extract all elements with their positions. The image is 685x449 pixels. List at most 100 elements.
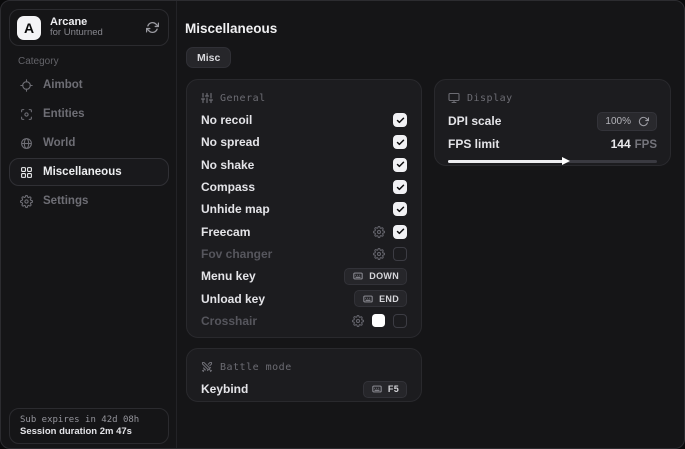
toggle-row-compass: Compass [201, 176, 407, 198]
panel-header-display: Display [448, 90, 657, 106]
globe-icon [20, 137, 33, 150]
crosshair-color-swatch[interactable] [372, 314, 385, 327]
fps-limit-value: 144 FPS [611, 137, 657, 151]
fps-slider-track[interactable] [448, 160, 657, 163]
checkbox-unhide-map[interactable] [393, 202, 407, 216]
checkbox-fov-changer[interactable] [393, 247, 407, 261]
gear-icon [373, 226, 385, 238]
dpi-scale-control[interactable]: 100% [597, 112, 657, 131]
fov-changer-settings-button[interactable] [373, 248, 385, 260]
sidebar-item-settings[interactable]: Settings [9, 187, 169, 215]
sidebar-nav: Aimbot Entities World Miscellaneous Sett… [9, 71, 169, 215]
panel-title: Display [467, 93, 513, 104]
sidebar-item-aimbot[interactable]: Aimbot [9, 71, 169, 99]
keybind-value: F5 [388, 384, 399, 394]
row-label: Fov changer [201, 247, 272, 261]
row-label: Compass [201, 180, 255, 194]
fps-slider[interactable] [448, 155, 657, 167]
checkbox-no-shake[interactable] [393, 158, 407, 172]
gear-icon [20, 195, 33, 208]
panel-header-battle-mode: Battle mode [201, 359, 407, 375]
toggle-row-no-shake: No shake [201, 154, 407, 176]
monitor-icon [448, 92, 460, 104]
category-label: Category [18, 56, 59, 67]
gear-icon [352, 315, 364, 327]
battle-keybind-binding[interactable]: F5 [363, 381, 407, 398]
panel-general: General No recoil No spread No shake Com… [186, 79, 422, 338]
toggle-row-unhide-map: Unhide map [201, 198, 407, 220]
row-label: DPI scale [448, 114, 501, 128]
toggle-row-freecam: Freecam [201, 220, 407, 242]
row-label: Keybind [201, 382, 248, 396]
checkbox-no-spread[interactable] [393, 135, 407, 149]
fps-slider-fill [448, 160, 563, 163]
session-duration-text: Session duration 2m 47s [20, 426, 158, 437]
app-window: A Arcane for Unturned Category Aimbot En… [0, 0, 685, 449]
sidebar-item-entities[interactable]: Entities [9, 100, 169, 128]
row-label: Freecam [201, 225, 250, 239]
keybind-row-unload-key: Unload key END [201, 287, 407, 309]
subscription-status-card: Sub expires in 42d 08h Session duration … [9, 408, 169, 444]
keybind-row-battle-keybind: Keybind F5 [201, 379, 407, 399]
sidebar: A Arcane for Unturned Category Aimbot En… [1, 1, 177, 448]
sync-icon[interactable] [146, 21, 159, 34]
toggle-row-no-recoil: No recoil [201, 109, 407, 131]
unload-key-binding[interactable]: END [354, 290, 407, 307]
fps-limit-row: FPS limit 144 FPS [448, 133, 657, 155]
reset-icon[interactable] [638, 116, 649, 127]
sidebar-item-world[interactable]: World [9, 129, 169, 157]
checkbox-freecam[interactable] [393, 225, 407, 239]
grid-icon [20, 166, 33, 179]
page-title: Miscellaneous [185, 21, 277, 36]
menu-key-binding[interactable]: DOWN [344, 268, 407, 285]
row-label: No spread [201, 135, 260, 149]
check-icon [396, 183, 405, 192]
check-icon [396, 160, 405, 169]
check-icon [396, 205, 405, 214]
crosshair-icon [20, 79, 33, 92]
panel-title: Battle mode [220, 362, 292, 373]
sidebar-item-label: Aimbot [43, 79, 83, 91]
row-label: Menu key [201, 269, 256, 283]
app-header-card: A Arcane for Unturned [9, 9, 169, 46]
tab-misc[interactable]: Misc [186, 47, 231, 68]
toggle-row-no-spread: No spread [201, 131, 407, 153]
row-label: No recoil [201, 113, 252, 127]
keybind-value: DOWN [369, 271, 399, 281]
keybind-value: END [379, 294, 399, 304]
panel-header-general: General [201, 90, 407, 106]
dpi-scale-row: DPI scale 100% [448, 109, 657, 133]
row-label: Unload key [201, 292, 265, 306]
panel-title: General [220, 93, 266, 104]
checkbox-no-recoil[interactable] [393, 113, 407, 127]
gear-icon [373, 248, 385, 260]
swords-icon [201, 361, 213, 373]
sidebar-item-miscellaneous[interactable]: Miscellaneous [9, 158, 169, 186]
toggle-row-crosshair: Crosshair [201, 310, 407, 332]
crosshair-settings-button[interactable] [352, 315, 364, 327]
fps-slider-thumb[interactable] [562, 157, 570, 165]
checkbox-crosshair[interactable] [393, 314, 407, 328]
sliders-icon [201, 92, 213, 104]
keyboard-icon [362, 294, 374, 304]
app-subtitle: for Unturned [50, 28, 103, 39]
app-logo: A [17, 16, 41, 40]
scan-icon [20, 108, 33, 121]
dpi-scale-value: 100% [605, 116, 631, 127]
check-icon [396, 138, 405, 147]
sub-expires-text: Sub expires in 42d 08h [20, 415, 158, 425]
sidebar-item-label: World [43, 137, 75, 149]
keyboard-icon [371, 384, 383, 394]
row-label: Crosshair [201, 314, 257, 328]
row-label: FPS limit [448, 137, 499, 151]
row-label: Unhide map [201, 202, 270, 216]
checkbox-compass[interactable] [393, 180, 407, 194]
sidebar-item-label: Miscellaneous [43, 166, 122, 178]
panel-display: Display DPI scale 100% FPS limit 144 FPS [434, 79, 671, 166]
toggle-row-fov-changer: Fov changer [201, 243, 407, 265]
sidebar-item-label: Entities [43, 108, 85, 120]
sidebar-item-label: Settings [43, 195, 88, 207]
freecam-settings-button[interactable] [373, 226, 385, 238]
row-label: No shake [201, 158, 254, 172]
check-icon [396, 116, 405, 125]
